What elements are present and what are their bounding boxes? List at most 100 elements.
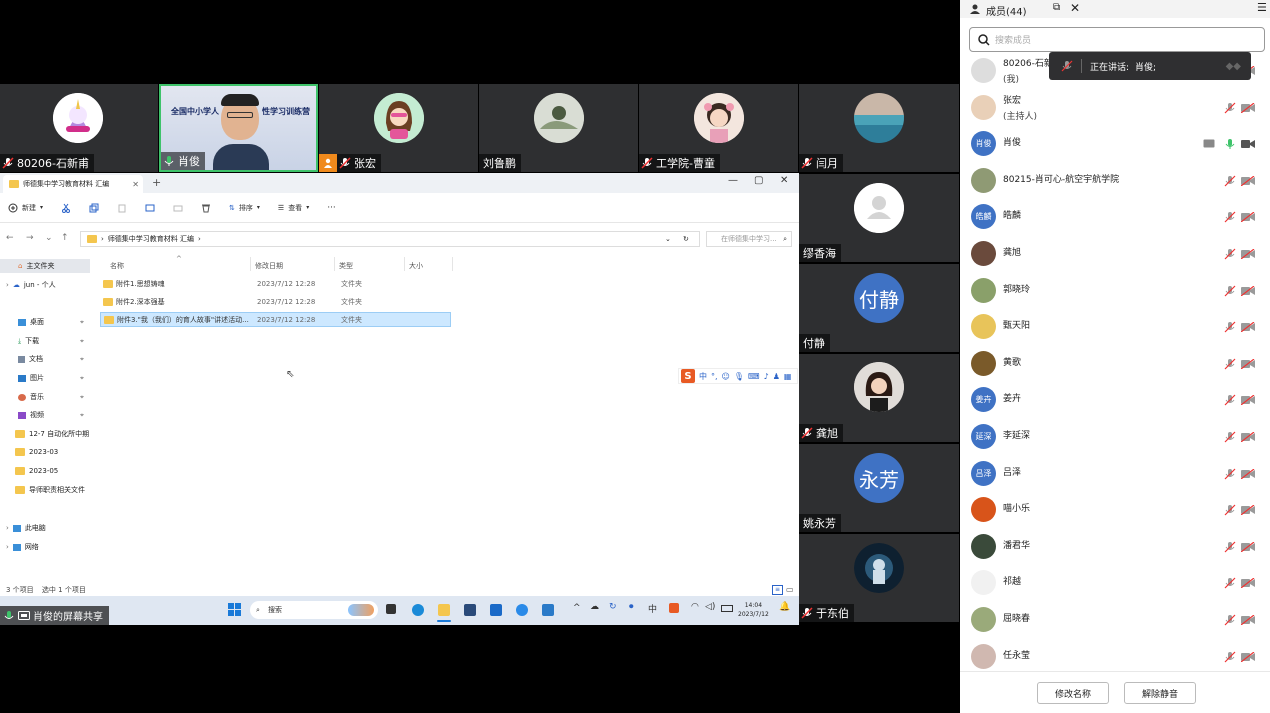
member-row[interactable]: 甄天阳 (960, 309, 1270, 345)
more-button[interactable]: ··· (327, 203, 336, 213)
camera-off-icon[interactable] (1241, 285, 1255, 296)
camera-off-icon[interactable] (1241, 578, 1255, 589)
explorer-tab[interactable]: 师德集中学习教育材料 汇编 ✕ (3, 175, 143, 193)
notification-icon[interactable]: 🔔 (779, 602, 790, 612)
camera-off-icon[interactable] (1241, 432, 1255, 442)
mic-on-icon[interactable] (1224, 138, 1236, 150)
explorer-search-input[interactable]: 在师德集中学习... ⌕ (706, 231, 792, 247)
maximize-button[interactable]: ▢ (754, 175, 763, 186)
file-row[interactable]: 附件1.思想铸魂 2023/7/12 12:28 文件夹 (100, 276, 451, 291)
rename-button[interactable]: 修改名称 (1037, 682, 1109, 704)
video-tile[interactable]: 张宏 (319, 84, 478, 172)
camera-off-icon[interactable] (1241, 505, 1255, 516)
ime-toolbar[interactable]: S 中 °, ☺ 🎙 ⌨ ♪ ♟ ▦ (678, 368, 798, 384)
sort-button[interactable]: ⇅ 排序 ▾ (229, 203, 260, 213)
taskbar-clock[interactable]: 14:04 2023/7/12 (738, 601, 769, 619)
file-explorer-icon[interactable] (438, 604, 450, 616)
unmute-button[interactable]: 解除静音 (1124, 682, 1196, 704)
up-button[interactable]: ↑ (61, 233, 69, 243)
file-row-selected[interactable]: 附件3."我（我们）的育人故事"讲述活动... 2023/7/12 12:28 … (100, 312, 451, 327)
column-header-modified[interactable]: 修改日期 (255, 261, 283, 271)
column-header-size[interactable]: 大小 (409, 261, 423, 271)
column-divider[interactable] (452, 257, 453, 271)
paste-icon[interactable] (117, 203, 127, 213)
camera-off-icon[interactable] (1241, 541, 1255, 552)
windows-start-icon[interactable] (228, 603, 241, 616)
nav-item-folder[interactable]: 2023-05 (0, 464, 58, 478)
nav-item-videos[interactable]: 视频 ⌖ (0, 408, 84, 422)
new-tab-button[interactable]: + (152, 176, 161, 189)
member-row[interactable]: 喵小乐 (960, 492, 1270, 528)
member-row[interactable]: 屈晓春 (960, 602, 1270, 638)
mic-off-icon[interactable] (1224, 431, 1236, 443)
tray-chevron-icon[interactable]: ^ (573, 603, 581, 613)
view-button[interactable]: ☰ 查看 ▾ (278, 203, 309, 213)
video-tile[interactable]: 永芳 姚永芳 (799, 444, 959, 532)
minimize-button[interactable]: — (728, 175, 738, 186)
nav-item-folder[interactable]: 12-7 自动化所中期 (0, 427, 89, 441)
member-row[interactable]: 皓麟 皓麟 (960, 199, 1270, 235)
address-bar[interactable]: › 师德集中学习教育材料 汇编 › ⌄ ↻ (80, 231, 700, 247)
new-button[interactable]: 新建 ▾ (8, 203, 43, 213)
mic-off-icon[interactable] (1224, 504, 1236, 516)
mic-off-icon[interactable] (1224, 468, 1236, 480)
nav-item-documents[interactable]: 文档 ⌖ (0, 352, 84, 366)
column-divider[interactable] (334, 257, 335, 271)
member-row[interactable]: 吕泽 吕泽 (960, 456, 1270, 492)
camera-on-icon[interactable] (1241, 139, 1255, 149)
member-row[interactable]: 延深 李延深 (960, 419, 1270, 455)
member-row[interactable]: 祁越 (960, 565, 1270, 601)
video-tile[interactable]: 付静 付静 (799, 264, 959, 352)
nav-item-cloud[interactable]: › ☁ jun - 个人 (0, 278, 56, 292)
mic-off-icon[interactable] (1224, 358, 1236, 370)
column-header-type[interactable]: 类型 (339, 261, 353, 271)
close-tab-icon[interactable]: ✕ (132, 180, 139, 189)
copy-icon[interactable] (89, 203, 99, 213)
camera-off-icon[interactable] (1241, 358, 1255, 369)
member-row[interactable]: 肖俊 肖俊 (960, 126, 1270, 162)
details-view-icon[interactable]: ≡ (772, 585, 783, 595)
camera-off-icon[interactable] (1241, 249, 1255, 259)
mic-off-icon[interactable] (1224, 651, 1236, 663)
nav-item-network[interactable]: › 网络 (0, 540, 39, 554)
camera-off-icon[interactable] (1241, 651, 1255, 662)
nav-item-this-pc[interactable]: › 此电脑 (0, 521, 46, 535)
mic-off-icon[interactable] (1224, 211, 1236, 223)
close-window-button[interactable]: ✕ (780, 175, 788, 186)
wifi-icon[interactable]: ◠ (691, 602, 699, 612)
video-tile[interactable]: 于东伯 (799, 534, 959, 622)
camera-off-icon[interactable] (1241, 468, 1255, 479)
store-icon[interactable] (464, 604, 476, 616)
member-row[interactable]: 黄歌 (960, 346, 1270, 382)
popout-icon[interactable]: ⧉ (1053, 2, 1060, 13)
video-tile[interactable]: 工学院-曹童 (639, 84, 798, 172)
mail-icon[interactable] (490, 604, 502, 616)
refresh-icon[interactable]: ↻ (683, 235, 689, 243)
cloud-tray-icon[interactable]: ☁ (590, 602, 599, 612)
nav-item-music[interactable]: 音乐 ⌖ (0, 390, 84, 404)
volume-icon[interactable]: ◁) (705, 602, 715, 612)
camera-off-icon[interactable] (1241, 102, 1255, 113)
forward-button[interactable]: → (26, 233, 34, 243)
app-icon[interactable] (516, 604, 528, 616)
nav-item-pictures[interactable]: 图片 ⌖ (0, 371, 84, 385)
mic-off-icon[interactable] (1224, 102, 1236, 114)
file-row[interactable]: 附件2.深本强基 2023/7/12 12:28 文件夹 (100, 294, 451, 309)
member-row[interactable]: 80215-肖可心-航空宇航学院 (960, 163, 1270, 199)
video-tile-active-speaker[interactable]: 全国中小学人 性学习训练营 肖俊 (159, 84, 318, 172)
tiles-view-icon[interactable]: ▭ (786, 585, 794, 594)
mic-off-icon[interactable] (1224, 614, 1236, 626)
mic-off-icon[interactable] (1224, 541, 1236, 553)
mic-tray-icon[interactable]: ⏺ (629, 602, 634, 612)
back-button[interactable]: ← (6, 233, 14, 243)
camera-off-icon[interactable] (1241, 395, 1255, 406)
ime-tray-icon[interactable]: 中 (648, 602, 657, 615)
cut-icon[interactable] (61, 203, 71, 213)
battery-icon[interactable] (721, 605, 733, 612)
column-header-name[interactable]: 名称 (110, 261, 124, 271)
mic-off-icon[interactable] (1224, 577, 1236, 589)
member-search-input[interactable]: 搜索成员 (969, 27, 1265, 52)
nav-item-folder[interactable]: 导师职责相关文件 (0, 483, 85, 497)
edge-icon[interactable] (412, 604, 424, 616)
video-tile[interactable]: 刘鲁鹏 (479, 84, 638, 172)
